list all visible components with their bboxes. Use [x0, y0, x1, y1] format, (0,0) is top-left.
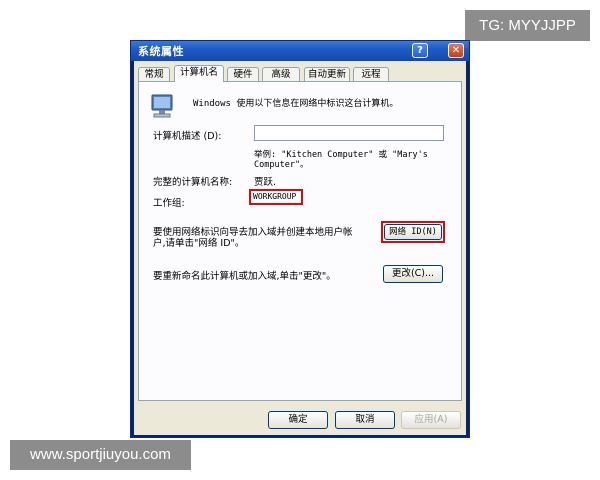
- close-button[interactable]: ✕: [448, 43, 464, 58]
- cancel-button[interactable]: 取消: [335, 411, 395, 429]
- description-label: 计算机描述 (D):: [153, 131, 222, 142]
- title-bar[interactable]: 系统属性 ? ✕: [131, 41, 469, 61]
- tab-hardware[interactable]: 硬件: [227, 67, 259, 81]
- tab-remote[interactable]: 远程: [353, 67, 389, 81]
- fullname-value: 贾跃.: [254, 177, 277, 188]
- ok-button[interactable]: 确定: [268, 411, 328, 429]
- computer-name-panel: Windows 使用以下信息在网络中标识这台计算机。 计算机描述 (D): 举例…: [138, 81, 462, 401]
- watermark-bottom: www.sportjiuyou.com: [10, 440, 191, 470]
- help-button[interactable]: ?: [412, 43, 428, 58]
- tab-auto-update[interactable]: 自动更新: [304, 67, 350, 81]
- tab-general[interactable]: 常规: [138, 67, 170, 81]
- network-id-button[interactable]: 网络 ID(N): [384, 224, 442, 240]
- intro-text: Windows 使用以下信息在网络中标识这台计算机。: [193, 99, 399, 109]
- system-properties-dialog: 系统属性 ? ✕ 常规 计算机名 硬件 高级 自动更新 远程 Windows 使…: [130, 40, 470, 438]
- dialog-title: 系统属性: [138, 45, 184, 58]
- workgroup-value: WORKGROUP: [253, 192, 297, 201]
- apply-button[interactable]: 应用(A): [401, 411, 461, 429]
- example-line-2: Computer"。: [254, 160, 309, 170]
- network-text-line-2: 户,请单击"网络 ID"。: [153, 238, 245, 249]
- computer-icon: [151, 94, 173, 118]
- change-button[interactable]: 更改(C)...: [383, 265, 443, 283]
- tab-advanced[interactable]: 高级: [262, 67, 300, 81]
- workgroup-label: 工作组:: [153, 198, 185, 209]
- watermark-top: TG: MYYJJPP: [465, 10, 590, 41]
- tab-computer-name[interactable]: 计算机名: [174, 65, 224, 82]
- dialog-body: 常规 计算机名 硬件 高级 自动更新 远程 Windows 使用以下信息在网络中…: [134, 61, 466, 435]
- rename-text: 要重新命名此计算机或加入域,单击"更改"。: [153, 271, 336, 282]
- description-input[interactable]: [254, 125, 444, 141]
- fullname-label: 完整的计算机名称:: [153, 177, 233, 188]
